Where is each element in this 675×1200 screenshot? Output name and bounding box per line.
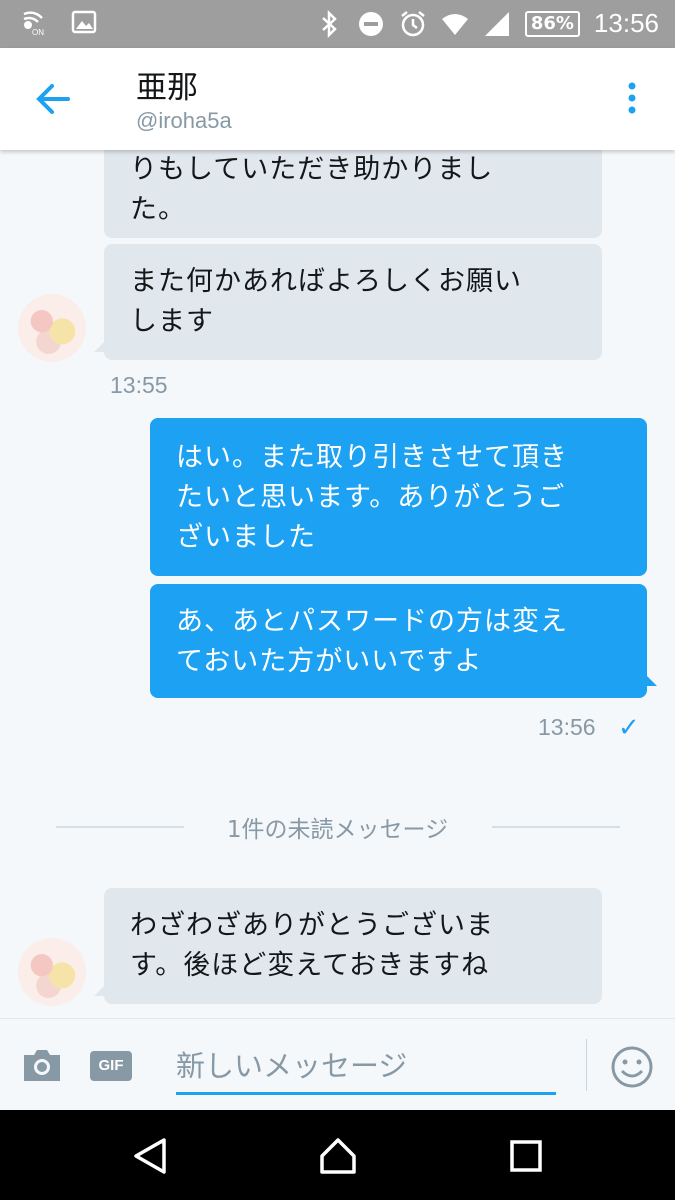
bubble-tail: [94, 982, 108, 996]
more-vertical-icon[interactable]: [617, 78, 647, 118]
composer-divider: [586, 1039, 587, 1091]
image-icon: [71, 10, 97, 34]
back-arrow-icon[interactable]: [30, 76, 76, 122]
read-check-icon: ✓: [618, 712, 640, 742]
battery-indicator: 86%: [524, 10, 580, 37]
message-line: わざわざありがとうございま: [130, 910, 494, 941]
message-line: た。: [130, 194, 186, 225]
emoji-icon[interactable]: [610, 1045, 654, 1089]
message-timestamp: 13:55: [110, 372, 168, 398]
alarm-icon: [401, 10, 425, 36]
cell-signal-icon: [484, 11, 509, 36]
message-input[interactable]: [176, 1039, 556, 1095]
message-line: また何かあればよろしくお願い: [130, 266, 522, 297]
avatar[interactable]: [18, 938, 86, 1006]
unread-divider-right: [492, 826, 620, 828]
conversation-handle[interactable]: @iroha5a: [136, 108, 232, 134]
conversation-header: 亜那 @iroha5a: [0, 48, 675, 150]
wifi-icon: [441, 13, 468, 35]
gif-button[interactable]: GIF: [90, 1051, 132, 1081]
svg-text:ON: ON: [32, 28, 44, 36]
message-line: します: [130, 306, 214, 337]
camera-icon[interactable]: [20, 1045, 64, 1085]
do-not-disturb-icon: [358, 11, 383, 36]
bubble-tail: [643, 672, 657, 686]
incoming-message[interactable]: りもしていただき助かりまし た。: [104, 150, 602, 238]
bubble-tail: [94, 338, 108, 352]
message-line: りもしていただき助かりまし: [130, 154, 494, 185]
outgoing-message[interactable]: はい。また取り引きさせて頂き たいと思います。ありがとうご ざいました: [150, 418, 647, 576]
nav-recents-icon[interactable]: [506, 1136, 546, 1176]
nav-back-icon[interactable]: [130, 1136, 170, 1176]
message-line: あ、あとパスワードの方は変え: [176, 606, 568, 637]
avatar[interactable]: [18, 294, 86, 362]
signal-on-icon: ON: [23, 11, 44, 36]
message-line: はい。また取り引きさせて頂き: [176, 442, 568, 473]
system-nav-bar: [0, 1110, 675, 1200]
message-thread[interactable]: りもしていただき助かりまし た。 また何かあればよろしくお願い します 13:5…: [0, 150, 675, 1018]
message-composer: GIF: [0, 1018, 675, 1110]
message-timestamp: 13:56: [538, 714, 596, 740]
message-line: ておいた方がいいですよ: [176, 646, 483, 677]
message-line: す。後ほど変えておきますね: [130, 950, 490, 981]
outgoing-message[interactable]: あ、あとパスワードの方は変え ておいた方がいいですよ: [150, 584, 647, 698]
incoming-message[interactable]: また何かあればよろしくお願い します: [104, 244, 602, 360]
status-bar: ON 86% 13:56: [0, 0, 675, 48]
message-line: ざいました: [176, 522, 316, 553]
incoming-message[interactable]: わざわざありがとうございま す。後ほど変えておきますね: [104, 888, 602, 1004]
nav-home-icon[interactable]: [318, 1136, 358, 1176]
status-clock: 13:56: [593, 8, 659, 38]
bluetooth-icon: [321, 9, 337, 38]
conversation-name[interactable]: 亜那: [136, 62, 198, 107]
message-line: たいと思います。ありがとうご: [176, 482, 566, 513]
